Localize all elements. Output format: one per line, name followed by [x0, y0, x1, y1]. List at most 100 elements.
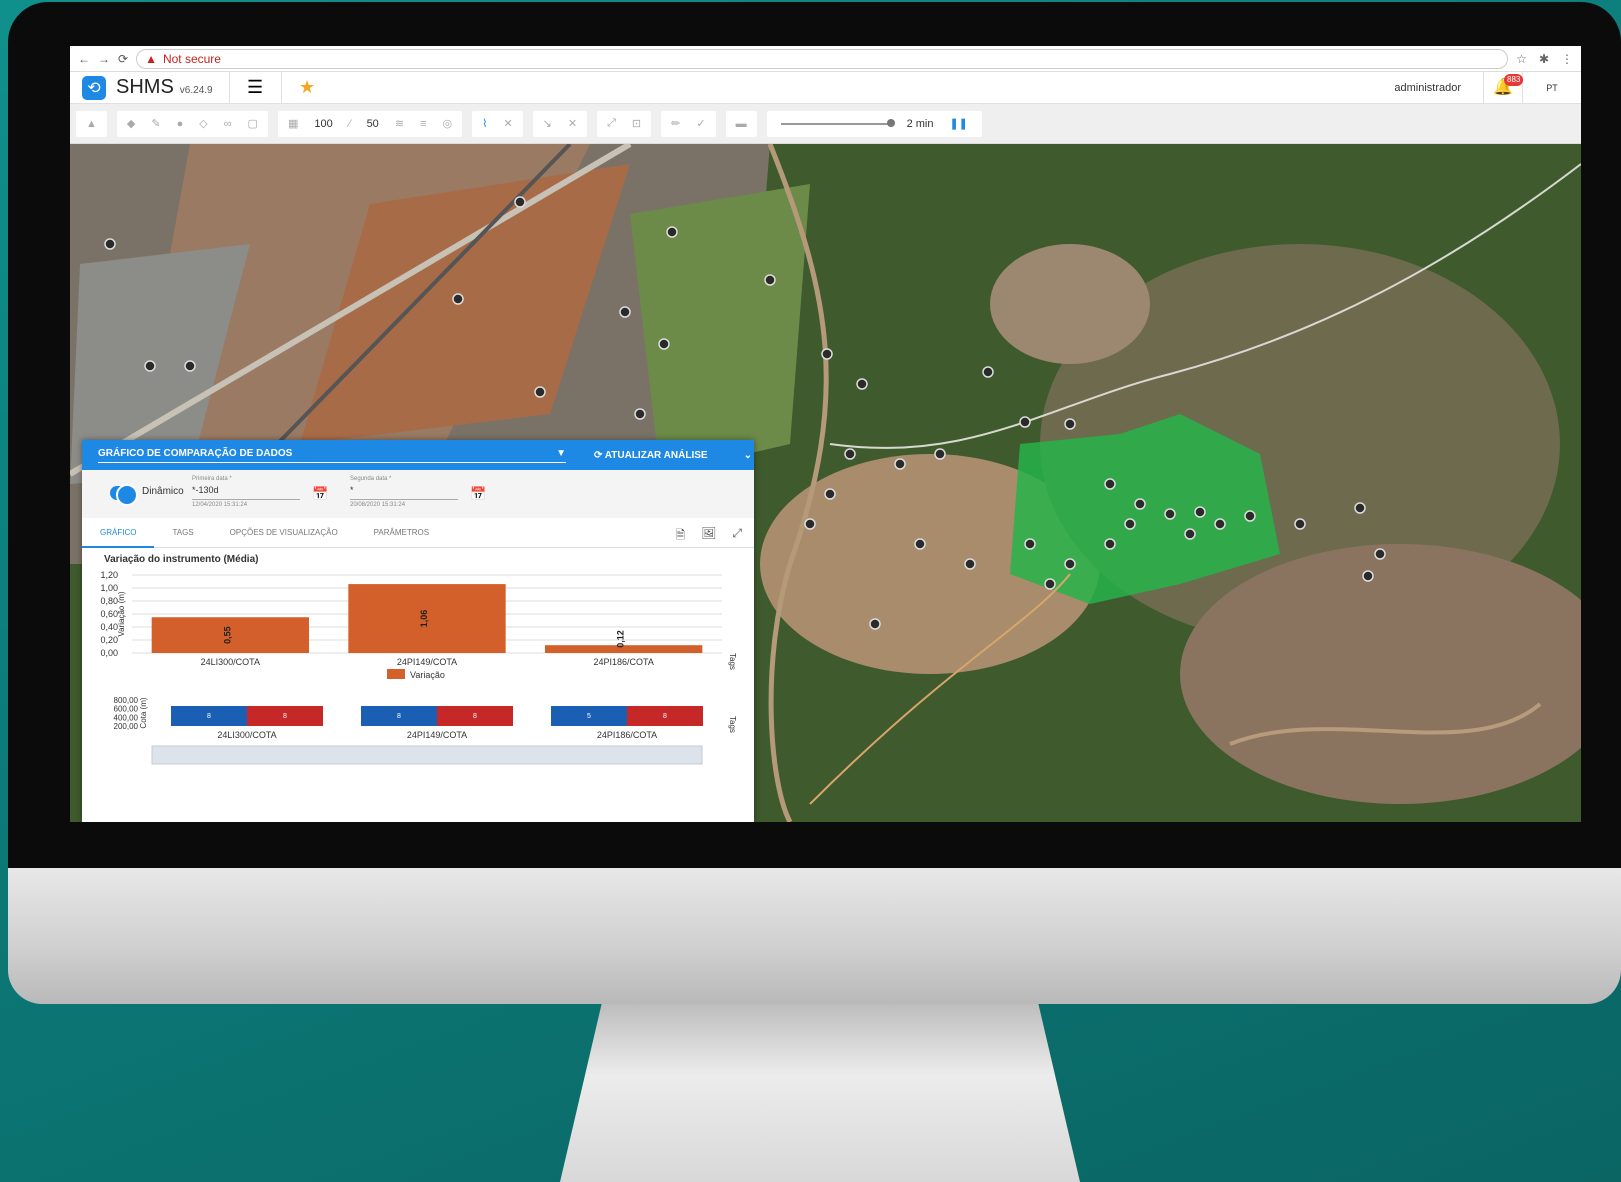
bookmark-star-icon[interactable]: ☆	[1516, 52, 1527, 66]
y-tick-label: 0,60	[100, 609, 118, 619]
notification-bell-icon[interactable]: 🔔 883	[1483, 71, 1524, 104]
y-tick-label: 0,40	[100, 622, 118, 632]
y-tick-label: 0,80	[100, 596, 118, 606]
expand-icon[interactable]: ⤢	[607, 117, 616, 130]
first-date-value: *-130d	[192, 482, 300, 500]
y-tick-label: 0,00	[100, 648, 118, 658]
forward-icon[interactable]: →	[98, 52, 110, 66]
second-date-hint: 20/08/2020 15:31:24	[350, 502, 406, 508]
arrow-icon[interactable]: ↘	[543, 117, 552, 130]
grid-icon[interactable]: ▦	[288, 117, 298, 130]
dynamic-toggle[interactable]	[110, 484, 138, 506]
bar-value-label: 8	[207, 713, 211, 720]
date-filters: Dinâmico Primeira data * *-130d 12/04/20…	[82, 470, 754, 518]
close-chart-icon[interactable]: ✕	[503, 117, 512, 130]
export-image-icon[interactable]: 🖼	[701, 526, 716, 547]
back-icon[interactable]: ←	[78, 52, 90, 66]
pencil-icon[interactable]: ✏	[671, 117, 680, 130]
fullscreen-icon[interactable]: ⤢	[732, 526, 742, 547]
tab-parametros[interactable]: PARÂMETROS	[356, 518, 447, 548]
variation-bar-chart: 1,20 1,00 0,80 0,60 0,40 0,20 0,00 Variação (m)…	[100, 570, 737, 680]
fit-icon[interactable]: ⊡	[632, 117, 641, 130]
refresh-analysis-label: ATUALIZAR ANÁLISE	[604, 449, 708, 461]
app-version: v6.24.9	[179, 85, 213, 96]
y-tick-label: 800,00	[114, 696, 139, 705]
box-icon[interactable]: ▢	[248, 117, 258, 130]
hide-icon[interactable]: ◇	[199, 117, 207, 130]
x-tick-label: 24LI300/COTA	[217, 730, 276, 740]
tool-group-6: ✏ ✓	[661, 110, 716, 137]
address-bar[interactable]: ▲ Not secure	[136, 48, 1509, 69]
cota-bar-chart: 800,00600,00400,00200,00 Cota (m) 8 8 24LI30…	[114, 696, 737, 765]
map-toolbar: ▲ ◆ ✎ ● ◇ ∞ ▢ ▦ 100 ⁄ 50 ≋ ≡ ◎ ⌇ ✕ ↘ ✕ ⤢ ⊡ ✏ ✓ ▬ 2 min ❚…	[70, 104, 1581, 144]
menu-dots-icon[interactable]: ⋮	[1561, 52, 1573, 66]
comment-icon: ▬	[735, 117, 747, 130]
monitor-chin	[8, 868, 1621, 1004]
user-menu[interactable]: administrador	[1394, 82, 1483, 94]
chart-icon[interactable]: ⌇	[482, 117, 487, 130]
pin-icon[interactable]: ✎	[151, 117, 160, 130]
tag-icon[interactable]: ◆	[127, 117, 135, 130]
layers-icon[interactable]: ≋	[395, 117, 404, 130]
collapse-chevron-icon[interactable]: ⌄	[744, 450, 752, 461]
brush-icon[interactable]: ✓	[696, 117, 705, 130]
notification-badge: 883	[1504, 73, 1524, 86]
export-pdf-icon[interactable]: 🗎	[676, 526, 686, 547]
info-icon[interactable]: ●	[177, 118, 184, 130]
x-axis-label: Tags	[728, 716, 737, 733]
tool-group-1: ◆ ✎ ● ◇ ∞ ▢	[116, 110, 268, 137]
reload-icon[interactable]: ⟳	[118, 52, 128, 66]
comment-button[interactable]: ▬	[725, 110, 757, 137]
scale-value: 50	[366, 117, 379, 130]
bar-value-label: 0,12	[616, 630, 626, 648]
dynamic-label: Dinâmico	[142, 486, 184, 497]
app-logo-icon: ⟲	[82, 75, 106, 100]
first-date-hint: 12/04/2020 15:31:24	[192, 502, 248, 508]
scale-icon[interactable]: ⁄	[349, 118, 351, 130]
y-tick-label: 400,00	[114, 713, 139, 722]
menu-icon[interactable]: ☰	[228, 71, 281, 104]
tool-group-4: ↘ ✕	[532, 110, 588, 137]
panel-title-select[interactable]: GRÁFICO DE COMPARAÇÃO DE DADOS ▼	[98, 448, 566, 463]
first-date-field[interactable]: Primeira data * *-130d 12/04/2020 15:31:…	[192, 476, 300, 508]
tab-grafico[interactable]: GRÁFICO	[82, 518, 155, 548]
refresh-interval: 2 min	[906, 117, 934, 130]
link-icon[interactable]: ∞	[224, 118, 232, 130]
screen: ← → ⟳ ▲ Not secure ☆ ✱ ⋮ ⟲ SHMS v6.24.9 …	[70, 46, 1581, 822]
data-comparison-panel: GRÁFICO DE COMPARAÇÃO DE DADOS ▼ ⟳ ATUALI…	[82, 440, 754, 822]
browser-bar: ← → ⟳ ▲ Not secure ☆ ✱ ⋮	[70, 46, 1581, 72]
y-tick-label: 200,00	[114, 722, 139, 731]
dropdown-icon: ▼	[556, 447, 566, 459]
list-icon[interactable]: ≡	[420, 118, 426, 130]
tool-group-2: ▦ 100 ⁄ 50 ≋ ≡ ◎	[277, 110, 463, 137]
monitor-stand	[560, 1004, 1080, 1182]
refresh-slider[interactable]	[780, 118, 895, 127]
y-tick-label: 1,20	[100, 570, 118, 580]
grid-value: 100	[314, 117, 333, 130]
target-icon[interactable]: ◎	[442, 117, 452, 130]
tab-visualizacao[interactable]: OPÇÕES DE VISUALIZAÇÃO	[212, 518, 356, 548]
second-date-value: *	[350, 482, 458, 500]
tab-tags[interactable]: TAGS	[154, 518, 211, 548]
pause-icon[interactable]: ❚❚	[949, 117, 967, 130]
second-date-field[interactable]: Segunda data * * 20/08/2020 15:31:24	[350, 476, 458, 508]
bar-value-label: 8	[397, 713, 401, 720]
y-axis-label: Cota (m)	[139, 697, 148, 728]
first-date-calendar-icon[interactable]: 📅	[312, 486, 328, 502]
app-header: ⟲ SHMS v6.24.9 ☰ ★ administrador 🔔 883 PT	[70, 71, 1581, 104]
favorite-star-icon[interactable]: ★	[280, 71, 333, 104]
language-selector[interactable]: PT	[1523, 83, 1581, 93]
collapse-button[interactable]: ▲	[76, 110, 107, 137]
second-date-calendar-icon[interactable]: 📅	[470, 486, 486, 502]
extension-icon[interactable]: ✱	[1539, 52, 1549, 66]
app-name: SHMS	[116, 76, 174, 98]
panel-tabs: GRÁFICO TAGS OPÇÕES DE VISUALIZAÇÃO PARÂ…	[82, 518, 754, 548]
x-tick-label: 24PI186/COTA	[593, 657, 653, 667]
y-tick-label: 600,00	[114, 705, 139, 714]
chart-title: Variação do instrumento (Média)	[104, 554, 259, 565]
close-arrow-icon[interactable]: ✕	[568, 117, 577, 130]
y-tick-label: 0,20	[100, 635, 118, 645]
refresh-analysis-button[interactable]: ⟳ ATUALIZAR ANÁLISE	[594, 450, 708, 461]
x-tick-label: 24LI300/COTA	[201, 657, 260, 667]
bar-value-label: 5	[587, 713, 591, 720]
